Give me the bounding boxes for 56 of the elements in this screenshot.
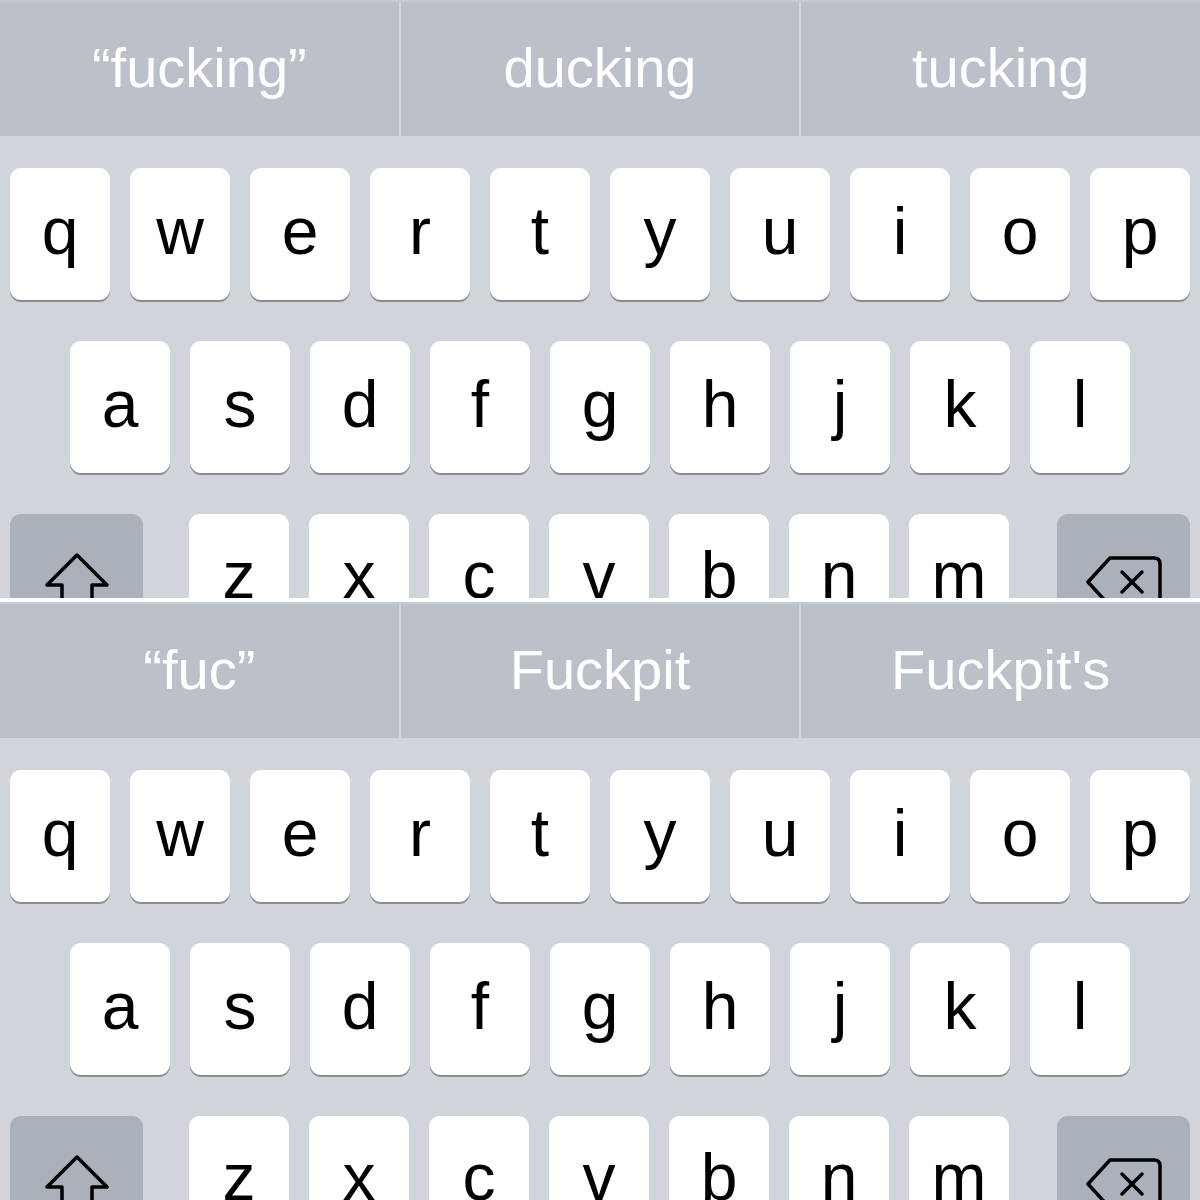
letter-key[interactable]: k xyxy=(910,943,1010,1075)
delete-key[interactable] xyxy=(1057,514,1190,598)
letter-key[interactable]: h xyxy=(670,341,770,473)
letter-key[interactable]: m xyxy=(909,514,1009,598)
delete-key[interactable] xyxy=(1057,1116,1190,1200)
letter-key[interactable]: r xyxy=(370,168,470,300)
letter-key[interactable]: h xyxy=(670,943,770,1075)
letter-key[interactable]: u xyxy=(730,770,830,902)
letter-key[interactable]: l xyxy=(1030,341,1130,473)
letter-key[interactable]: w xyxy=(130,770,230,902)
letter-key[interactable]: s xyxy=(190,943,290,1075)
letter-key[interactable]: e xyxy=(250,168,350,300)
letter-key[interactable]: z xyxy=(189,514,289,598)
shift-arrow-icon xyxy=(43,1154,110,1200)
letter-key[interactable]: p xyxy=(1090,168,1190,300)
letter-key[interactable]: d xyxy=(310,341,410,473)
letter-key[interactable]: f xyxy=(430,341,530,473)
letter-key[interactable]: v xyxy=(549,1116,649,1200)
letter-key[interactable]: i xyxy=(850,168,950,300)
shift-key[interactable] xyxy=(10,1116,143,1200)
letter-key[interactable]: g xyxy=(550,341,650,473)
letter-key[interactable]: p xyxy=(1090,770,1190,902)
letter-key[interactable]: t xyxy=(490,168,590,300)
letter-key[interactable]: l xyxy=(1030,943,1130,1075)
backspace-icon xyxy=(1085,1158,1162,1200)
backspace-icon xyxy=(1085,556,1162,598)
letter-key[interactable]: k xyxy=(910,341,1010,473)
letter-key[interactable]: e xyxy=(250,770,350,902)
letter-key[interactable]: o xyxy=(970,770,1070,902)
letter-key[interactable]: i xyxy=(850,770,950,902)
letter-key[interactable]: z xyxy=(189,1116,289,1200)
letter-key[interactable]: x xyxy=(309,514,409,598)
letter-key[interactable]: r xyxy=(370,770,470,902)
letter-key[interactable]: f xyxy=(430,943,530,1075)
letter-key[interactable]: a xyxy=(70,341,170,473)
letter-key[interactable]: y xyxy=(610,770,710,902)
letter-key[interactable]: a xyxy=(70,943,170,1075)
shift-arrow-icon xyxy=(43,552,110,598)
letter-key[interactable]: t xyxy=(490,770,590,902)
letter-key[interactable]: d xyxy=(310,943,410,1075)
letter-key[interactable]: y xyxy=(610,168,710,300)
letter-key[interactable]: j xyxy=(790,341,890,473)
letter-key[interactable]: j xyxy=(790,943,890,1075)
letter-key[interactable]: n xyxy=(789,1116,889,1200)
letter-key[interactable]: g xyxy=(550,943,650,1075)
letter-key[interactable]: u xyxy=(730,168,830,300)
letter-key[interactable]: v xyxy=(549,514,649,598)
letter-key[interactable]: o xyxy=(970,168,1070,300)
letter-key[interactable]: x xyxy=(309,1116,409,1200)
letter-key[interactable]: m xyxy=(909,1116,1009,1200)
letter-key[interactable]: q xyxy=(10,770,110,902)
shift-key[interactable] xyxy=(10,514,143,598)
letter-key[interactable]: s xyxy=(190,341,290,473)
letter-key[interactable]: q xyxy=(10,168,110,300)
letter-key[interactable]: w xyxy=(130,168,230,300)
letter-key[interactable]: n xyxy=(789,514,889,598)
